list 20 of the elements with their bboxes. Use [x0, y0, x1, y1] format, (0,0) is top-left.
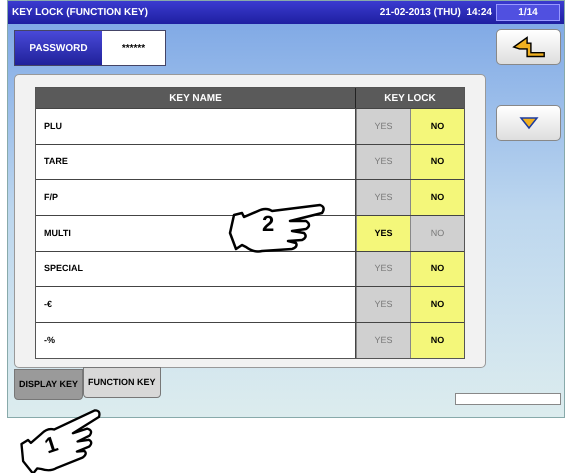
back-button[interactable] — [496, 29, 561, 65]
tab[interactable]: DISPLAY KEY — [14, 369, 84, 400]
tab[interactable]: FUNCTION KEY — [83, 367, 161, 398]
down-triangle-icon — [518, 116, 538, 130]
page-down-button[interactable] — [496, 105, 561, 141]
column-header: KEY NAME — [36, 88, 356, 108]
date-time: 21-02-2013 (THU) 14:24 — [380, 6, 492, 20]
lock-option-button[interactable]: NO — [410, 144, 464, 180]
column-header: KEY LOCK — [383, 92, 437, 106]
window-title: KEY LOCK (FUNCTION KEY) — [12, 6, 148, 20]
lock-option-button[interactable]: NO — [410, 287, 464, 322]
lock-option-button[interactable]: NO — [410, 180, 464, 216]
return-arrow-icon — [510, 35, 548, 59]
lock-option-button[interactable]: NO — [410, 252, 464, 286]
step-number: 1 — [42, 432, 60, 458]
lock-option-button[interactable]: NO — [410, 323, 464, 358]
lock-option-button[interactable]: YES — [356, 216, 410, 251]
step-number: 2 — [262, 213, 274, 236]
page-indicator: 1/14 — [496, 4, 560, 21]
lock-option-button[interactable]: NO — [410, 109, 464, 144]
